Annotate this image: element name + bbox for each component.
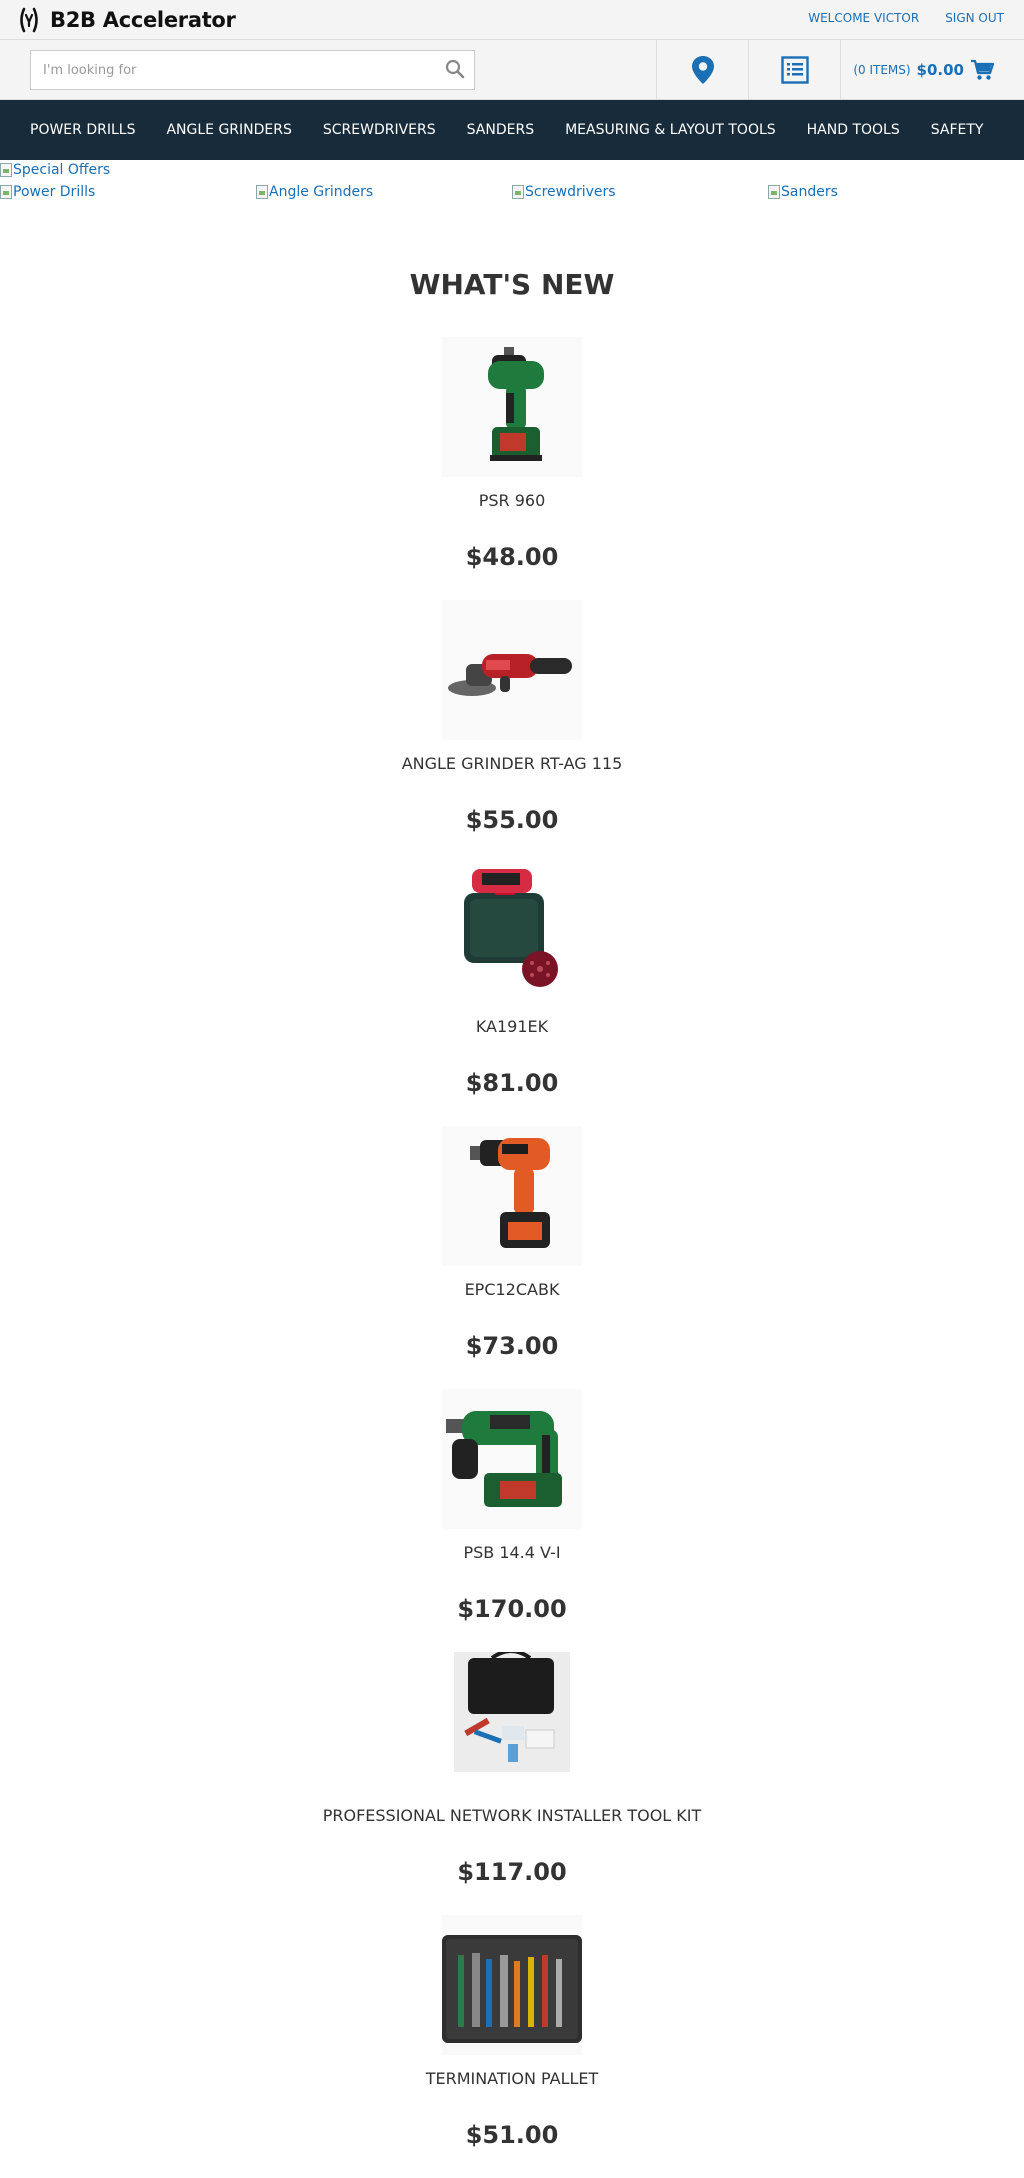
product-image-green-cordless-drill[interactable] [442,337,582,477]
product-name-link[interactable]: TERMINATION PALLET [0,2069,1024,2088]
product-card: PSR 960 $48.00 [0,337,1024,600]
list-icon [780,56,809,84]
product-price: $81.00 [465,1069,559,1097]
logo-icon [20,7,38,33]
nav-item-power-drills[interactable]: POWER DRILLS [30,122,135,138]
broken-image-icon [512,185,524,199]
product-card: KA191EK $81.00 [0,863,1024,1126]
nav-item-screwdrivers[interactable]: SCREWDRIVERS [323,122,436,138]
power-drills-banner-alt: Power Drills [13,184,96,200]
nav-item-angle-grinders[interactable]: ANGLE GRINDERS [166,122,291,138]
product-name-link[interactable]: ANGLE GRINDER RT-AG 115 [0,754,1024,773]
angle-grinders-banner[interactable]: Angle Grinders [256,184,373,200]
store-finder-button[interactable] [656,40,748,100]
sanders-banner[interactable]: Sanders [768,184,838,200]
product-image-tool-roll-pallet[interactable] [442,1915,582,2055]
product-image-network-tool-kit-bag[interactable] [442,1652,582,1792]
product-name-link[interactable]: PSR 960 [0,491,1024,510]
sign-out-link[interactable]: SIGN OUT [945,11,1004,25]
top-bar: B2B Accelerator WELCOME VICTOR SIGN OUT [0,0,1024,40]
broken-image-icon [768,185,780,199]
product-card: TERMINATION PALLET $51.00 [0,1915,1024,2178]
screwdrivers-banner[interactable]: Screwdrivers [512,184,616,200]
cart-icon [971,59,994,80]
map-pin-icon [691,56,714,84]
search-icon [445,59,465,79]
special-offers-banner[interactable]: Special Offers [0,162,110,178]
sanders-banner-alt: Sanders [781,184,838,200]
angle-grinders-banner-alt: Angle Grinders [269,184,374,200]
product-image-green-hammer-drill[interactable] [442,1389,582,1529]
site-logo[interactable]: B2B Accelerator [18,6,236,34]
product-price: $55.00 [465,806,559,834]
product-name-link[interactable]: KA191EK [0,1017,1024,1036]
special-offers-banner-alt: Special Offers [13,162,111,178]
nav-item-hand-tools[interactable]: HAND TOOLS [807,122,900,138]
product-image-sander-case-kit[interactable] [442,863,582,1003]
product-card: ANGLE GRINDER RT-AG 115 $55.00 [0,600,1024,863]
nav-item-safety[interactable]: SAFETY [931,122,984,138]
welcome-link[interactable]: WELCOME VICTOR [808,11,919,25]
product-price: $51.00 [465,2121,559,2149]
product-price: $73.00 [465,1332,559,1360]
broken-image-icon [0,185,12,199]
screwdrivers-banner-alt: Screwdrivers [525,184,616,200]
nav-item-sanders[interactable]: SANDERS [467,122,534,138]
product-name-link[interactable]: EPC12CABK [0,1280,1024,1299]
cart-total: $0.00 [916,61,964,79]
mini-cart[interactable]: (0 ITEMS) $0.00 [840,40,1024,100]
product-card: EPC12CABK $73.00 [0,1126,1024,1389]
broken-image-icon [256,185,268,199]
product-name-link[interactable]: PROFESSIONAL NETWORK INSTALLER TOOL KIT [0,1806,1024,1825]
search-input[interactable] [31,51,431,89]
product-card: PSB 14.4 V-I $170.00 [0,1389,1024,1652]
category-nav: POWER DRILLS ANGLE GRINDERS SCREWDRIVERS… [0,100,1024,160]
product-card: PROFESSIONAL NETWORK INSTALLER TOOL KIT … [0,1652,1024,1915]
logo-text: B2B Accelerator [50,8,236,32]
broken-image-icon [0,163,12,177]
product-price: $48.00 [465,543,559,571]
power-drills-banner[interactable]: Power Drills [0,184,95,200]
product-image-orange-cordless-drill[interactable] [442,1126,582,1266]
search-box [30,50,475,90]
quick-order-button[interactable] [748,40,840,100]
account-links: WELCOME VICTOR SIGN OUT [808,11,1004,25]
cart-item-count: (0 ITEMS) [853,63,911,77]
search-row: (0 ITEMS) $0.00 [0,40,1024,100]
product-price: $117.00 [457,1858,567,1886]
search-button[interactable] [444,59,466,81]
nav-item-measuring-layout-tools[interactable]: MEASURING & LAYOUT TOOLS [565,122,776,138]
product-image-red-angle-grinder[interactable] [442,600,582,740]
product-name-link[interactable]: PSB 14.4 V-I [0,1543,1024,1562]
product-price: $170.00 [457,1595,567,1623]
whats-new-title: WHAT'S NEW [409,268,615,301]
